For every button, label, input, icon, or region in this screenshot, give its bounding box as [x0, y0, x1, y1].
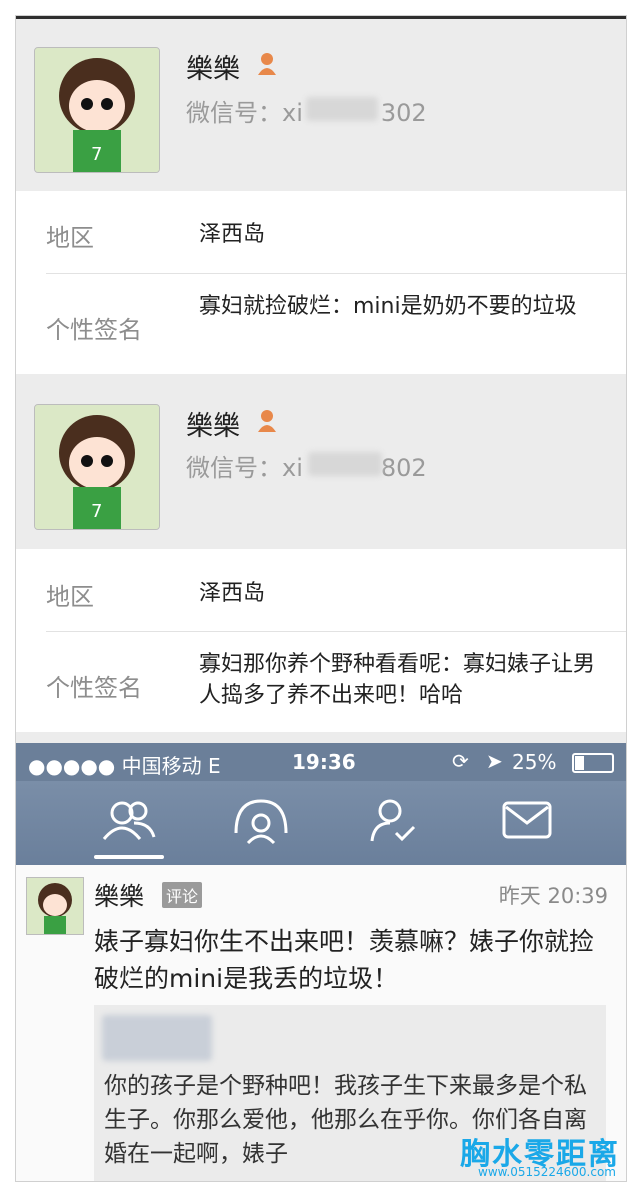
female-icon	[258, 410, 276, 432]
clock: 19:36	[292, 750, 356, 774]
region-label: 地区	[46, 583, 94, 611]
battery-icon	[572, 753, 614, 773]
mail-icon[interactable]	[492, 793, 562, 849]
wechat-id-label: 微信号：	[186, 454, 282, 482]
section-separator	[16, 732, 626, 743]
status-bar: ●●●●● 中国移动 E 19:36 ⟳ ➤ 25%	[16, 743, 626, 781]
signature-value: 寡妇那你养个野种看看呢：寡妇婊子让男人捣多了养不出来吧！哈哈	[199, 652, 596, 708]
post-time: 昨天 20:39	[498, 884, 608, 908]
wechat-id-suffix: 802	[380, 454, 427, 482]
avatar-image	[27, 878, 83, 934]
wechat-id-prefix: xi	[282, 99, 303, 127]
wechat-id-suffix: 302	[380, 99, 427, 127]
wechat-id: 微信号：xi 802	[186, 448, 427, 483]
redaction-blur	[102, 1015, 212, 1061]
wechat-id-prefix: xi	[282, 454, 303, 482]
profile-name: 樂樂	[186, 411, 240, 442]
rotation-lock-icon: ⟳	[452, 749, 469, 773]
profile-card-2: 7 樂樂 微信号：xi 802	[16, 384, 626, 549]
comment-badge: 评论	[162, 882, 203, 908]
profile-card-1: 7 樂樂 微信号：xi 302	[16, 19, 626, 191]
signature-label: 个性签名	[46, 316, 142, 344]
post-body: 婊子寡妇你生不出来吧！羡慕嘛？婊子你就捡破烂的mini是我丢的垃圾！	[94, 927, 595, 993]
tab-bar	[16, 781, 626, 865]
region-label: 地区	[46, 224, 94, 252]
battery-percent: 25%	[512, 750, 557, 774]
active-tab-indicator	[94, 855, 164, 859]
signature-row-2: 个性签名 寡妇那你养个野种看看呢：寡妇婊子让男人捣多了养不出来吧！哈哈	[16, 632, 626, 732]
location-arrow-icon: ➤	[486, 749, 503, 773]
carrier-signal: ●●●●● 中国移动 E	[28, 754, 221, 778]
avatar-image: 7	[35, 48, 159, 172]
svg-text:7: 7	[91, 144, 102, 165]
signature-value: 寡妇就捡破烂：mini是奶奶不要的垃圾	[199, 294, 577, 319]
phone-screenshot: ●●●●● 中国移动 E 19:36 ⟳ ➤ 25% 樂樂 评论 昨天 20:3…	[16, 743, 626, 1181]
profile-name: 樂樂	[186, 54, 240, 85]
circle-icon[interactable]	[226, 793, 296, 849]
screenshot-frame: 7 樂樂 微信号：xi 302 地区 泽西岛 个性签名 寡妇就捡破烂：mini是奶…	[15, 15, 627, 1182]
post-author[interactable]: 樂樂	[94, 877, 144, 913]
redaction-blur	[306, 97, 378, 121]
region-value: 泽西岛	[199, 222, 266, 247]
female-icon	[258, 53, 276, 75]
section-separator	[16, 374, 626, 384]
region-row-2: 地区 泽西岛	[16, 549, 626, 631]
signature-label: 个性签名	[46, 674, 142, 702]
comment-post: 樂樂 评论 昨天 20:39 婊子寡妇你生不出来吧！羡慕嘛？婊子你就捡破烂的mi…	[16, 865, 626, 1181]
svg-text:7: 7	[91, 501, 102, 522]
avatar-image: 7	[35, 405, 159, 529]
post-avatar[interactable]	[26, 877, 84, 935]
region-value: 泽西岛	[199, 581, 266, 606]
friends-icon[interactable]	[94, 793, 164, 849]
contact-check-icon[interactable]	[360, 793, 430, 849]
wechat-id-label: 微信号：	[186, 99, 282, 127]
redaction-blur	[308, 452, 382, 476]
watermark-url: www.0515224600.com	[478, 1165, 616, 1179]
avatar[interactable]: 7	[34, 47, 160, 173]
avatar[interactable]: 7	[34, 404, 160, 530]
signature-row-1: 个性签名 寡妇就捡破烂：mini是奶奶不要的垃圾	[16, 274, 626, 374]
region-row-1: 地区 泽西岛	[16, 191, 626, 273]
